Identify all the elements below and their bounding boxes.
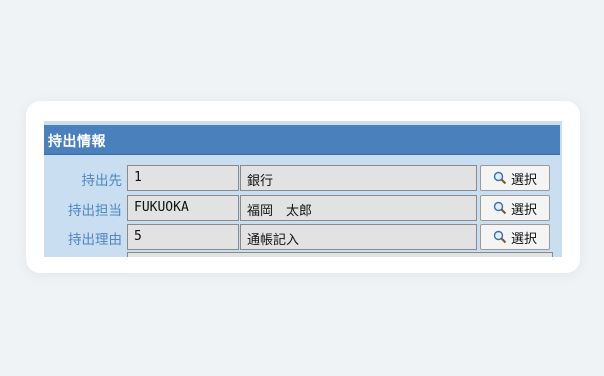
search-icon [493,201,507,215]
destination-select-button[interactable]: 選択 [480,165,550,191]
destination-name-field: 銀行 [240,165,477,191]
reason-code-field[interactable]: 5 [127,224,239,250]
destination-code-field[interactable]: 1 [127,165,239,191]
row-person: 持出担当 FUKUOKA 福岡 太郎 選択 [44,194,560,221]
destination-label: 持出先 [81,173,123,189]
person-label: 持出担当 [68,203,122,219]
reason-select-label: 選択 [510,231,537,247]
destination-select-label: 選択 [510,172,537,188]
person-select-button[interactable]: 選択 [480,195,550,221]
row-reason: 持出理由 5 通帳記入 選択 [44,223,560,250]
panel-title: 持出情報 [48,134,106,150]
checkout-info-panel: 持出情報 持出先 1 銀行 選択 持出担当 FUKUOKA 福岡 太郎 選択 持… [44,121,562,257]
person-select-label: 選択 [510,202,537,218]
search-icon [493,171,507,185]
reason-name-field: 通帳記入 [240,224,477,250]
person-code-field[interactable]: FUKUOKA [127,195,239,221]
row-destination: 持出先 1 銀行 選択 [44,164,560,191]
reason-select-button[interactable]: 選択 [480,224,550,250]
reason-label: 持出理由 [68,232,122,248]
next-row-field [127,252,553,257]
person-name-field: 福岡 太郎 [240,195,477,221]
panel-header: 持出情報 [44,125,560,155]
search-icon [493,230,507,244]
